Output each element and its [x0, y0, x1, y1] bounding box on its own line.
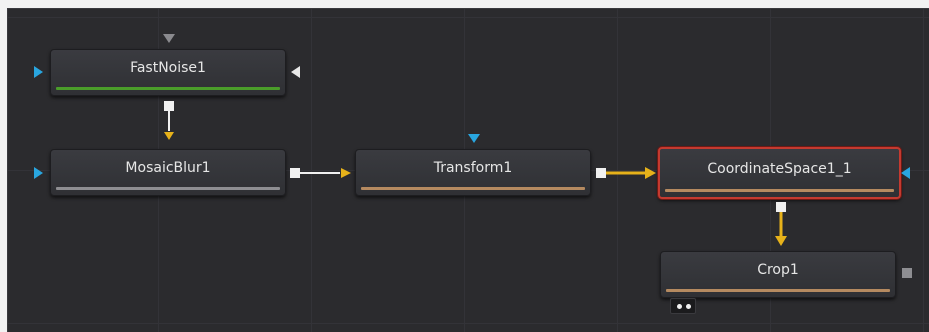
node-color-bar: [56, 87, 280, 90]
crop-output-port[interactable]: [902, 268, 912, 278]
node-mosaicblur1[interactable]: MosaicBlur1: [50, 149, 286, 196]
node-transform1[interactable]: Transform1: [355, 149, 591, 196]
node-label: Crop1: [757, 262, 799, 278]
node-color-bar: [361, 187, 585, 190]
crop-view-indicator[interactable]: [670, 298, 696, 314]
node-label: Transform1: [433, 160, 513, 176]
coordspace-right-input-icon[interactable]: [901, 167, 910, 179]
coordspace-output-port[interactable]: [776, 202, 786, 212]
node-crop1[interactable]: Crop1: [660, 251, 896, 298]
node-editor-canvas[interactable]: FastNoise1 MosaicBlur1 Transform1 Coordi…: [7, 8, 929, 332]
transform-output-port[interactable]: [596, 168, 606, 178]
node-coordinatespace1-1[interactable]: CoordinateSpace1_1: [658, 147, 901, 199]
node-color-bar: [666, 289, 890, 292]
node-label: CoordinateSpace1_1: [707, 161, 852, 177]
node-label: MosaicBlur1: [125, 160, 211, 176]
node-label: FastNoise1: [130, 60, 206, 76]
link-arrow-coordspace: [645, 167, 656, 179]
mosaicblur-left-input-icon[interactable]: [34, 167, 43, 179]
node-color-bar: [665, 189, 894, 192]
fastnoise-right-input-icon[interactable]: [291, 66, 300, 78]
node-color-bar: [56, 187, 280, 190]
link-arrow-crop: [775, 236, 787, 246]
fastnoise-top-input-icon[interactable]: [163, 34, 175, 43]
link-arrow-mosaicblur: [164, 132, 174, 140]
node-fastnoise1[interactable]: FastNoise1: [50, 49, 286, 96]
link-arrow-transform: [341, 168, 351, 178]
transform-top-input-icon[interactable]: [468, 134, 480, 143]
view-dot-2-icon: [686, 304, 691, 309]
view-dot-1-icon: [677, 304, 682, 309]
mosaicblur-output-port[interactable]: [290, 168, 300, 178]
fastnoise-left-input-icon[interactable]: [34, 66, 43, 78]
fastnoise-output-port[interactable]: [164, 101, 174, 111]
